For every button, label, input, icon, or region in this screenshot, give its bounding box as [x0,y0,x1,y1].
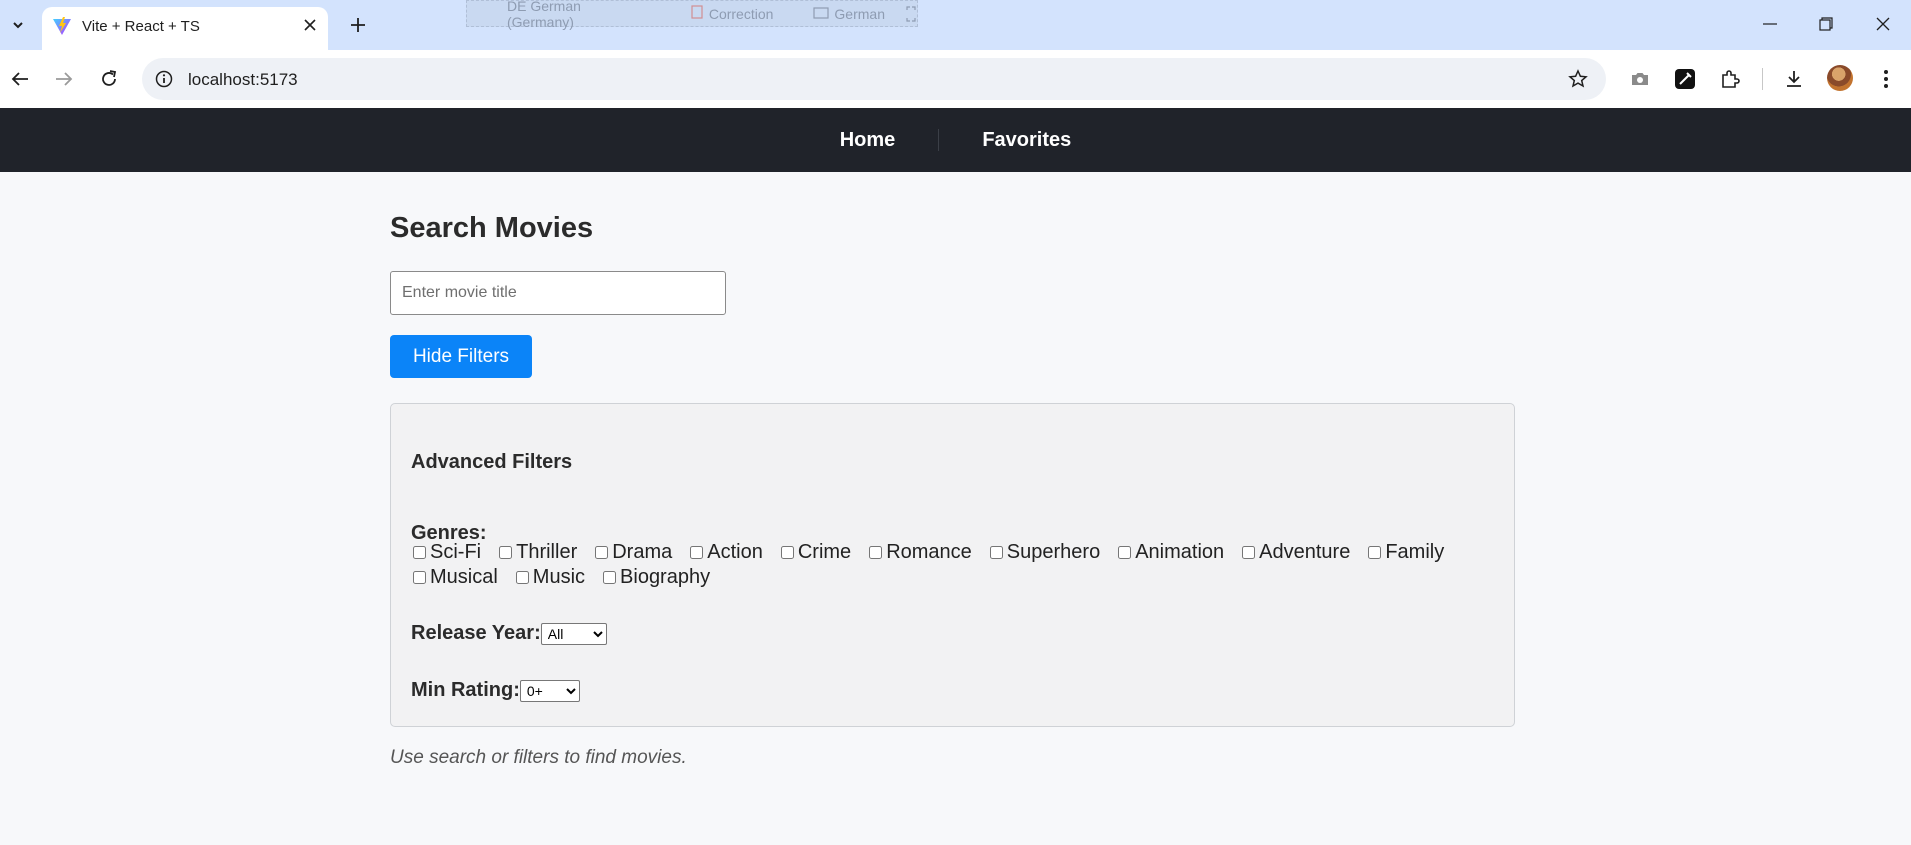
forward-arrow-icon[interactable] [49,64,79,94]
downloads-icon[interactable] [1779,64,1809,94]
tab-search-chevron-icon[interactable] [5,12,31,38]
site-info-icon[interactable] [152,67,176,91]
genre-option[interactable]: Family [1368,541,1445,563]
movie-search-input[interactable] [390,271,726,315]
genre-checkbox[interactable] [989,546,1003,559]
edit-extension-icon[interactable] [1670,64,1700,94]
correction-icon [690,5,704,22]
genre-label: Animation [1135,541,1225,563]
release-year-select[interactable]: All [540,622,607,645]
genre-label: Superhero [1006,541,1101,563]
advanced-filters-heading: Advanced Filters [411,451,573,473]
restore-window-icon[interactable] [1806,9,1846,39]
genre-checkbox[interactable] [1118,546,1132,559]
camera-icon[interactable] [1625,64,1655,94]
hide-filters-button[interactable]: Hide Filters [390,335,532,378]
back-arrow-icon[interactable] [5,64,35,94]
genre-checkbox[interactable] [413,546,426,559]
reload-icon[interactable] [94,64,124,94]
new-tab-plus-icon[interactable] [344,11,372,39]
top-navbar: Home Favorites [0,108,1911,172]
nav-favorites-link[interactable]: Favorites [939,129,1114,152]
kebab-menu-icon[interactable] [1871,64,1901,94]
genre-label: Adventure [1259,541,1351,563]
genre-option[interactable]: Romance [869,541,972,563]
language-toolbar-overlay: DE German (Germany) Correction German [466,0,918,30]
release-year-field: Release Year: All [411,622,607,645]
genre-option[interactable]: Animation [1118,541,1225,563]
genre-label: Music [532,566,586,588]
browser-tab[interactable]: Vite + React + TS [42,7,328,50]
expand-icon [905,5,917,23]
close-tab-icon[interactable] [301,16,319,34]
minimize-window-icon[interactable] [1750,9,1790,39]
genre-label: Family [1385,541,1445,563]
profile-avatar[interactable] [1827,65,1853,91]
genre-option[interactable]: Music [515,566,586,588]
genres-checkbox-group: Sci-Fi Thriller Drama Action Crime Romance Sup… [413,541,1503,588]
close-window-icon[interactable] [1863,9,1903,39]
genre-checkbox[interactable] [1242,546,1256,559]
genre-option[interactable]: Biography [603,566,711,588]
genre-checkbox[interactable] [869,546,883,559]
genre-label: Crime [797,541,852,563]
genre-checkbox[interactable] [603,571,617,584]
browser-toolbar: localhost:5173 [0,50,1911,108]
page-title: Search Movies [390,212,594,244]
german-label: German [834,5,885,22]
genre-checkbox[interactable] [499,546,513,559]
bookmark-star-icon[interactable] [1566,67,1590,91]
extensions-puzzle-icon[interactable] [1715,64,1745,94]
genre-option[interactable]: Adventure [1242,541,1351,563]
browser-tabstrip: Vite + React + TS DE German (Germany) Co… [0,0,1911,50]
min-rating-field: Min Rating: 0+ [411,679,580,702]
genre-option[interactable]: Drama [595,541,673,563]
release-year-label: Release Year: [411,622,541,644]
language-indicator: DE German (Germany) [507,0,581,30]
genre-option[interactable]: Superhero [989,541,1101,563]
genre-checkbox[interactable] [413,571,426,584]
address-bar[interactable]: localhost:5173 [142,58,1606,100]
url-text[interactable]: localhost:5173 [188,70,298,90]
genre-option[interactable]: Action [690,541,763,563]
genre-checkbox[interactable] [690,546,704,559]
genre-checkbox[interactable] [515,571,529,584]
nav-home-link[interactable]: Home [797,129,939,152]
genre-label: Action [707,541,763,563]
correction-item: Correction [690,5,774,22]
genre-option[interactable]: Crime [780,541,852,563]
genre-checkbox[interactable] [595,546,609,559]
genre-label: Musical [430,566,498,588]
genre-label: Thriller [516,541,578,563]
toolbar-separator [1762,68,1763,90]
advanced-filters-panel: Advanced Filters Genres: Sci-Fi Thriller D… [390,403,1515,727]
genre-option[interactable]: Musical [413,566,498,588]
min-rating-label: Min Rating: [411,679,520,701]
genre-label: Sci-Fi [430,541,482,563]
vite-favicon-icon [52,16,72,41]
genre-label: Biography [620,566,711,588]
keyboard-icon [813,6,830,22]
german-item: German [813,6,885,22]
min-rating-select[interactable]: 0+ [519,679,580,702]
tab-title: Vite + React + TS [82,18,200,35]
genre-option[interactable]: Sci-Fi [413,541,482,563]
correction-label: Correction [708,5,774,22]
empty-state-hint: Use search or filters to find movies. [390,747,687,768]
genre-checkbox[interactable] [1368,546,1382,559]
genre-option[interactable]: Thriller [499,541,578,563]
genre-label: Drama [612,541,673,563]
genre-checkbox[interactable] [780,546,794,559]
genre-label: Romance [886,541,972,563]
